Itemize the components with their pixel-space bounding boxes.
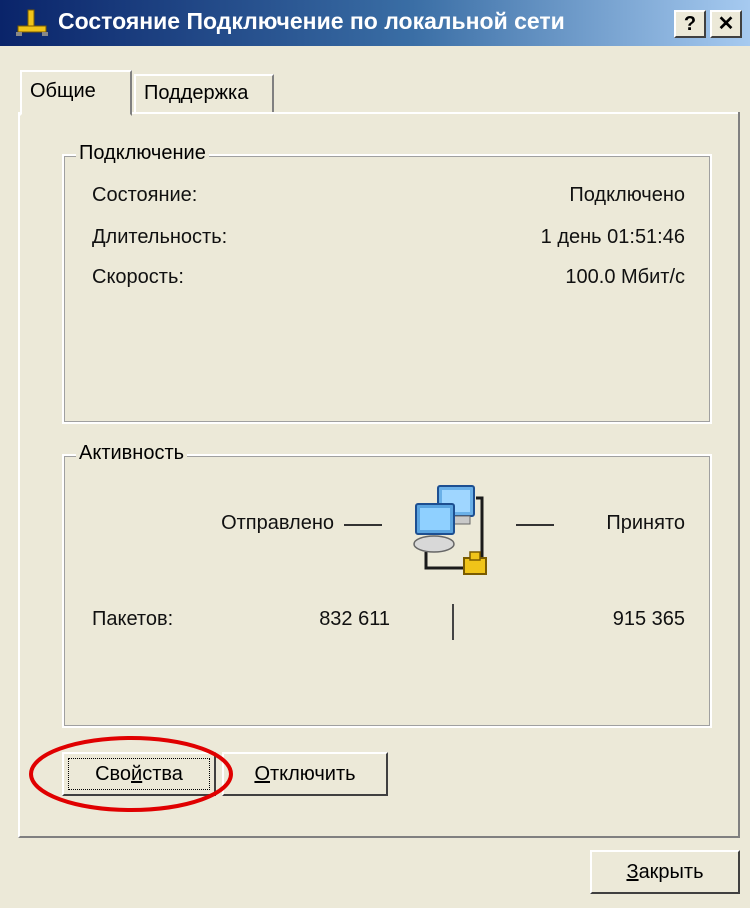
packets-sent-value: 832 611: [319, 608, 390, 630]
received-line: [516, 524, 554, 526]
packets-label: Пакетов:: [92, 608, 174, 630]
highlight-circle: [29, 736, 233, 812]
duration-label: Длительность:: [92, 226, 228, 248]
speed-value: 100.0 Мбит/с: [565, 266, 685, 288]
tab-support[interactable]: Поддержка: [134, 74, 274, 114]
disconnect-button[interactable]: Отключить: [222, 752, 388, 796]
disconnect-label-rest: тключить: [270, 763, 356, 785]
connection-group-label: Подключение: [76, 142, 209, 165]
status-value: Подключено: [569, 184, 685, 206]
activity-group-label: Активность: [76, 442, 188, 465]
window-title: Состояние Подключение по локальной сети: [58, 8, 565, 34]
sent-line: [344, 524, 382, 526]
packets-divider: [452, 604, 454, 640]
close-window-button[interactable]: ✕: [710, 10, 742, 38]
network-computers-icon: [404, 482, 514, 582]
disconnect-label-accel: О: [254, 763, 270, 785]
activity-group: [62, 454, 712, 728]
packets-received-value: 915 365: [612, 608, 685, 630]
close-label-rest: акрыть: [638, 861, 704, 883]
network-plug-icon: [14, 8, 50, 38]
status-label: Состояние:: [92, 184, 198, 206]
help-button[interactable]: ?: [674, 10, 706, 38]
received-label: Принято: [606, 512, 685, 534]
close-label-accel: З: [626, 861, 639, 883]
sent-label: Отправлено: [221, 512, 334, 534]
speed-label: Скорость:: [92, 266, 184, 288]
duration-value: 1 день 01:51:46: [540, 226, 685, 248]
close-dialog-button[interactable]: Закрыть: [590, 850, 740, 894]
tab-general[interactable]: Общие: [20, 70, 132, 116]
